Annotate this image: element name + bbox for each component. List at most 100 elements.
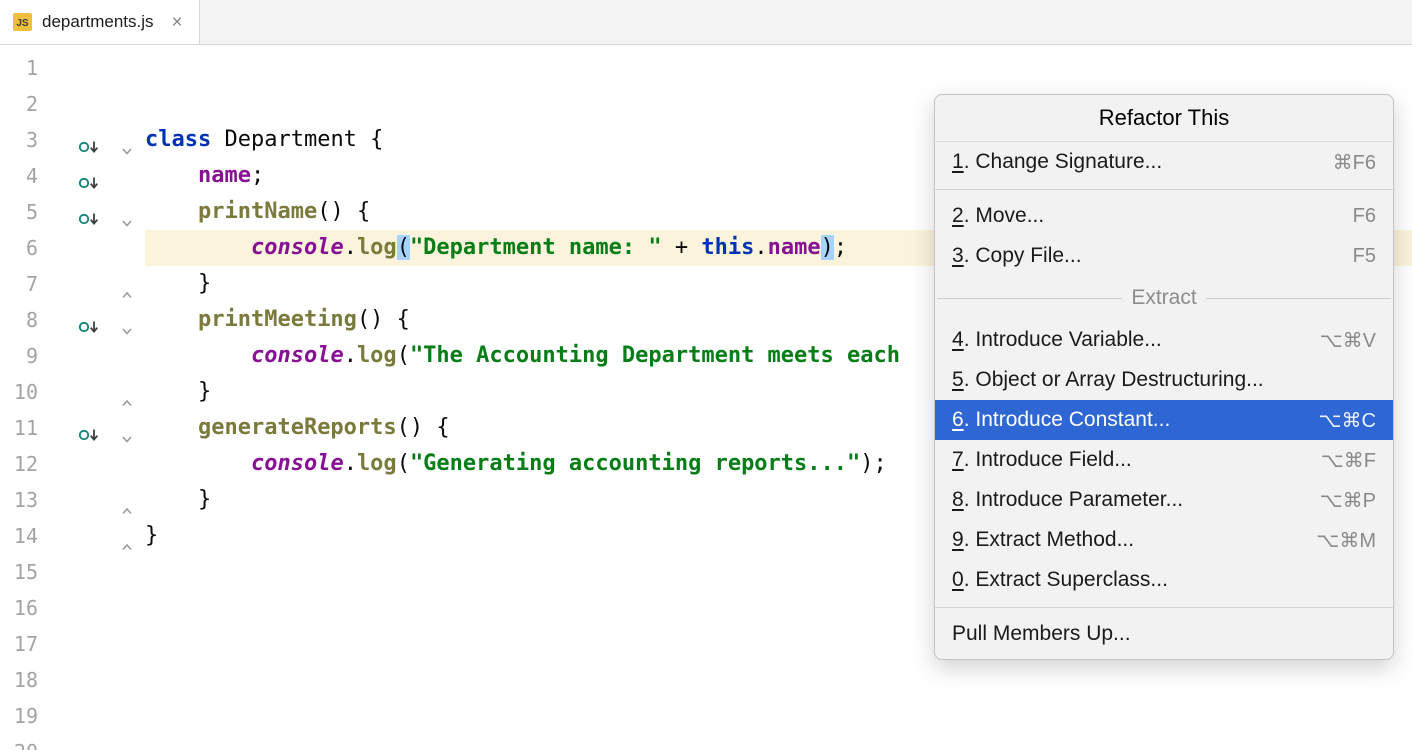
code-token bbox=[145, 163, 198, 188]
code-text[interactable] bbox=[145, 662, 1412, 698]
line-number: 12 bbox=[0, 446, 38, 482]
menu-item-shortcut: ⌥⌘P bbox=[1320, 488, 1376, 513]
menu-item-shortcut: ⌥⌘F bbox=[1321, 448, 1376, 473]
code-text[interactable] bbox=[145, 50, 1412, 86]
gutter bbox=[38, 374, 145, 410]
separator-label: Extract bbox=[1131, 286, 1196, 310]
gutter bbox=[38, 734, 145, 750]
line-number: 17 bbox=[0, 626, 38, 662]
code-token: class bbox=[145, 127, 211, 152]
code-token: . bbox=[344, 343, 357, 368]
menu-item-pull-members-up[interactable]: Pull Members Up... bbox=[935, 614, 1393, 654]
code-token: . bbox=[344, 235, 357, 260]
gutter bbox=[38, 662, 145, 698]
code-token: } bbox=[145, 523, 158, 548]
line-number: 18 bbox=[0, 662, 38, 698]
editor-tab-bar: JS departments.js × bbox=[0, 0, 1412, 45]
mnemonic: 0 bbox=[952, 568, 964, 591]
gutter bbox=[38, 518, 145, 554]
code-token: ( bbox=[397, 235, 410, 260]
gutter bbox=[38, 266, 145, 302]
menu-item-shortcut: F5 bbox=[1353, 245, 1376, 268]
mnemonic: 6 bbox=[952, 408, 964, 431]
code-text[interactable] bbox=[145, 734, 1412, 750]
menu-item-label: Pull Members Up... bbox=[952, 622, 1131, 646]
line-number: 11 bbox=[0, 410, 38, 446]
menu-item-change-signature[interactable]: 1. Change Signature...⌘F6 bbox=[935, 142, 1393, 182]
mnemonic: 5 bbox=[952, 368, 964, 391]
menu-separator bbox=[935, 600, 1393, 614]
code-token: log bbox=[357, 235, 397, 260]
menu-separator bbox=[935, 182, 1393, 196]
gutter bbox=[38, 230, 145, 266]
refactor-this-popup: Refactor This 1. Change Signature...⌘F6 2… bbox=[934, 94, 1394, 660]
code-line: 20 bbox=[0, 734, 1412, 750]
code-token: } bbox=[145, 379, 211, 404]
menu-item-label: 2. Move... bbox=[952, 204, 1044, 228]
code-token: ) bbox=[821, 235, 834, 260]
mnemonic: 1 bbox=[952, 150, 964, 173]
gutter bbox=[38, 554, 145, 590]
mnemonic: 9 bbox=[952, 528, 964, 551]
line-number: 16 bbox=[0, 590, 38, 626]
code-token: name bbox=[768, 235, 821, 260]
line-number: 6 bbox=[0, 230, 38, 266]
gutter bbox=[38, 302, 145, 338]
code-token: } bbox=[145, 487, 211, 512]
line-number: 15 bbox=[0, 554, 38, 590]
code-token: log bbox=[357, 451, 397, 476]
separator-line bbox=[1206, 298, 1391, 299]
menu-item-introduce-field[interactable]: 7. Introduce Field...⌥⌘F bbox=[935, 440, 1393, 480]
menu-item-introduce-constant[interactable]: 6. Introduce Constant...⌥⌘C bbox=[935, 400, 1393, 440]
menu-item-label: 1. Change Signature... bbox=[952, 150, 1162, 174]
menu-item-label: 0. Extract Superclass... bbox=[952, 568, 1168, 592]
menu-item-move[interactable]: 2. Move...F6 bbox=[935, 196, 1393, 236]
close-tab-icon[interactable]: × bbox=[172, 13, 183, 32]
gutter bbox=[38, 86, 145, 122]
code-token: () { bbox=[357, 307, 410, 332]
code-token: generateReports bbox=[198, 415, 397, 440]
tab-title: departments.js bbox=[42, 12, 154, 32]
code-text[interactable] bbox=[145, 698, 1412, 734]
line-number: 14 bbox=[0, 518, 38, 554]
code-token: "Generating accounting reports..." bbox=[410, 451, 860, 476]
menu-item-extract-method[interactable]: 9. Extract Method...⌥⌘M bbox=[935, 520, 1393, 560]
refactor-menu-items: 1. Change Signature...⌘F62. Move...F63. … bbox=[935, 142, 1393, 654]
code-token: Department { bbox=[211, 127, 383, 152]
gutter bbox=[38, 50, 145, 86]
code-line: 18 bbox=[0, 662, 1412, 698]
separator-line bbox=[937, 298, 1122, 299]
popup-title: Refactor This bbox=[935, 95, 1393, 142]
menu-group-separator-extract: Extract bbox=[935, 276, 1393, 320]
line-number: 3 bbox=[0, 122, 38, 158]
code-token: log bbox=[357, 343, 397, 368]
menu-item-introduce-variable[interactable]: 4. Introduce Variable...⌥⌘V bbox=[935, 320, 1393, 360]
code-token: ; bbox=[251, 163, 264, 188]
menu-item-object-or-array-destructuring[interactable]: 5. Object or Array Destructuring... bbox=[935, 360, 1393, 400]
code-token: name bbox=[198, 163, 251, 188]
code-token: . bbox=[754, 235, 767, 260]
menu-item-label: 4. Introduce Variable... bbox=[952, 328, 1162, 352]
line-number: 13 bbox=[0, 482, 38, 518]
code-token: . bbox=[344, 451, 357, 476]
mnemonic: 8 bbox=[952, 488, 964, 511]
menu-item-extract-superclass[interactable]: 0. Extract Superclass... bbox=[935, 560, 1393, 600]
menu-item-label: 8. Introduce Parameter... bbox=[952, 488, 1183, 512]
menu-item-label: 6. Introduce Constant... bbox=[952, 408, 1170, 432]
mnemonic: 7 bbox=[952, 448, 964, 471]
code-token: ); bbox=[860, 451, 887, 476]
code-token: + bbox=[662, 235, 702, 260]
menu-item-introduce-parameter[interactable]: 8. Introduce Parameter... ⌥⌘P bbox=[935, 480, 1393, 520]
gutter bbox=[38, 482, 145, 518]
code-token: console bbox=[251, 451, 344, 476]
code-token: } bbox=[145, 271, 211, 296]
menu-item-copy-file[interactable]: 3. Copy File... F5 bbox=[935, 236, 1393, 276]
gutter bbox=[38, 626, 145, 662]
tab-departments-js[interactable]: JS departments.js × bbox=[0, 0, 200, 44]
code-token: ( bbox=[397, 451, 410, 476]
menu-item-label: 3. Copy File... bbox=[952, 244, 1082, 268]
menu-item-shortcut: ⌥⌘M bbox=[1316, 528, 1376, 553]
line-number: 5 bbox=[0, 194, 38, 230]
menu-item-label: 5. Object or Array Destructuring... bbox=[952, 368, 1264, 392]
code-token: "Department name: " bbox=[410, 235, 662, 260]
